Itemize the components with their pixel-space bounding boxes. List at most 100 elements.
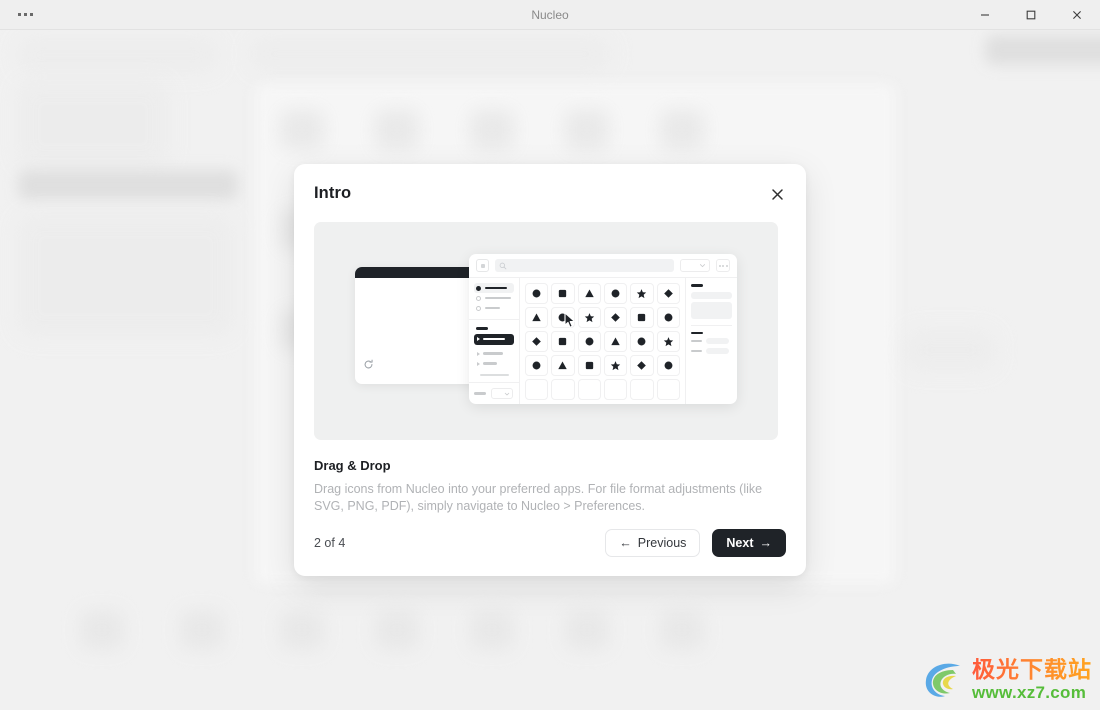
icon-grid-cell[interactable] [604,379,628,400]
footer-buttons: ← Previous Next → [605,529,786,557]
search-icon [499,262,507,269]
picker-sidebar-tree [469,320,519,382]
radio-selected-icon [476,285,481,291]
window-title: Nucleo [531,7,569,22]
tree-item-label [483,352,503,355]
grid-toggle-icon[interactable] [476,259,489,272]
picker-more-button[interactable] [716,259,730,272]
icon-grid-cell[interactable] [577,331,601,352]
icon-grid-cell[interactable] [551,379,575,400]
square-icon [638,313,646,322]
circle-icon [532,361,541,370]
chevron-right-icon [477,337,480,341]
window-menu-button[interactable] [0,0,46,30]
ellipsis-icon [29,13,33,16]
icon-grid-cell[interactable] [577,307,601,328]
icon-grid-cell[interactable] [525,331,549,352]
page-indicator: 2 of 4 [314,536,346,550]
icon-grid-cell[interactable] [630,307,654,328]
previous-button[interactable]: ← Previous [605,529,701,557]
close-button[interactable] [1054,0,1100,30]
icon-grid-cell[interactable] [656,355,680,376]
picker-toolbar [469,254,737,277]
tree-item-label [483,362,497,365]
icon-grid-cell[interactable] [525,283,549,304]
picker-body [469,277,737,404]
sidebar-filter-item[interactable] [474,293,514,303]
sidebar-tree-item[interactable] [474,359,514,369]
icon-grid-cell[interactable] [577,355,601,376]
icon-grid-cell[interactable] [551,355,575,376]
inspector-field [691,291,732,299]
tree-item-label [483,337,505,341]
sidebar-tree-item[interactable] [474,349,514,359]
triangle-icon [585,289,594,298]
icon-grid-cell[interactable] [656,307,680,328]
window-controls [962,0,1100,30]
star-icon [610,361,621,371]
picker-search-input[interactable] [495,259,674,272]
inspector-property-row [691,348,732,354]
inspector-preview-section [691,284,732,326]
inspector-heading [691,284,703,287]
icon-grid-cell[interactable] [604,331,628,352]
nucleo-picker-window [469,254,737,404]
icon-grid-cell[interactable] [630,283,654,304]
picker-sidebar-filters [469,278,519,320]
icon-grid-cell[interactable] [604,307,628,328]
ellipsis-icon [722,264,724,267]
sidebar-filter-item[interactable] [474,303,514,313]
icon-grid-cell[interactable] [577,283,601,304]
property-value [706,338,729,344]
circle-icon [664,313,673,322]
filter-label [485,306,500,310]
previous-button-label: Previous [637,536,687,550]
modal-title: Intro [314,183,352,202]
chevron-right-icon [477,361,480,366]
maximize-button[interactable] [1008,0,1054,30]
icon-grid-cell[interactable] [604,283,628,304]
picker-inspector [685,278,737,404]
icon-grid-cell[interactable] [551,283,575,304]
ellipsis-icon [17,13,21,16]
minimize-button[interactable] [962,0,1008,30]
icon-grid-cell[interactable] [630,355,654,376]
icon-grid-cell[interactable] [551,331,575,352]
icon-grid-cell[interactable] [525,307,549,328]
next-button-label: Next [726,536,754,550]
footer-dropdown[interactable] [491,388,513,399]
chevron-down-icon [699,264,706,268]
icon-grid-cell[interactable] [525,355,549,376]
modal-close-button[interactable] [764,181,790,207]
window-titlebar: Nucleo [0,0,1100,30]
refresh-icon [363,357,374,375]
ellipsis-icon [718,264,721,267]
icon-grid-cell[interactable] [656,379,680,400]
square-icon [559,337,567,346]
drag-and-drop-illustration [314,222,778,440]
icon-grid-cell[interactable] [656,331,680,352]
sidebar-tree-item-selected[interactable] [474,333,514,345]
modal-header: Intro [294,164,806,222]
ellipsis-icon [725,264,728,267]
icon-grid-cell[interactable] [577,379,601,400]
star-icon [637,289,647,299]
radio-icon [476,305,481,311]
arrow-right-icon: → [759,536,773,550]
picker-dropdown[interactable] [680,259,710,272]
icon-grid-cell[interactable] [630,331,654,352]
site-watermark: 极光下载站 www.xz7.com [920,656,1092,702]
close-icon [771,188,783,200]
icon-grid-cell[interactable] [604,355,628,376]
icon-grid-cell[interactable] [525,379,549,400]
icon-grid-cell[interactable] [630,379,654,400]
icon-grid-cell[interactable] [656,283,680,304]
watermark-text: 极光下载站 www.xz7.com [972,657,1092,701]
diamond-icon [611,313,620,322]
icon-grid-cell[interactable] [551,307,575,328]
tree-divider [480,373,509,376]
sidebar-filter-item[interactable] [474,283,514,293]
property-label [691,339,702,343]
next-button[interactable]: Next → [712,529,786,557]
sidebar-section-heading [476,327,488,330]
